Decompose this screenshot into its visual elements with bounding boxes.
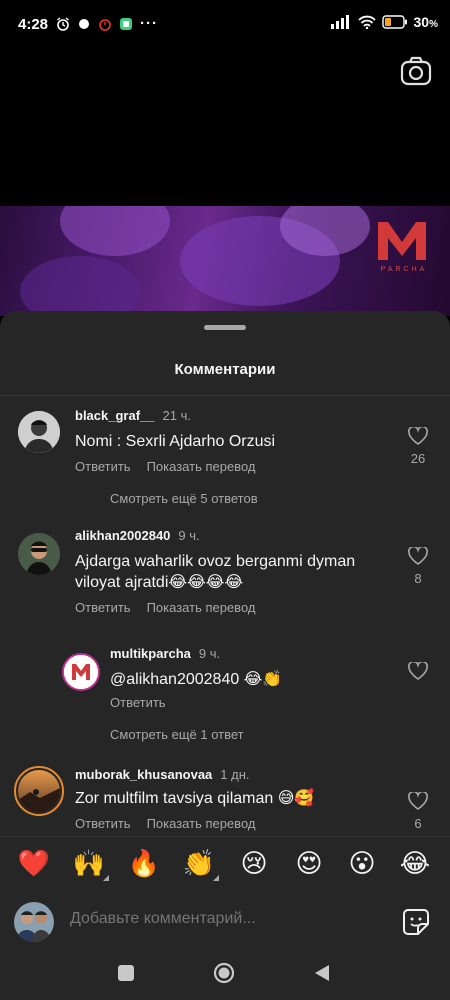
recents-icon[interactable] xyxy=(115,962,137,984)
reply-button[interactable]: Ответить xyxy=(75,816,131,831)
heart-icon[interactable] xyxy=(408,792,428,810)
heart-icon[interactable] xyxy=(408,662,428,680)
emoji-raised-hands-glyph: 🙌 xyxy=(72,848,106,878)
comment-actions: Ответить Показать перевод xyxy=(75,459,271,474)
emoji-heart-eyes-button[interactable]: 😍 xyxy=(291,847,327,879)
comment-actions: Ответить xyxy=(110,695,182,710)
emoji-crying-button[interactable]: 😢 xyxy=(236,847,272,879)
logo-caption: PARCHA xyxy=(380,266,428,273)
comment-actions: Ответить Показать перевод xyxy=(75,816,271,831)
comments-sheet: Комментарии black_graf__ 21 ч. Nomi : Sex… xyxy=(0,311,450,1000)
emoji-laughing-button[interactable]: 😂 xyxy=(397,847,433,879)
divider xyxy=(0,395,450,396)
translate-button[interactable]: Показать перевод xyxy=(147,600,256,615)
reply-button[interactable]: Ответить xyxy=(75,459,131,474)
video-feather-shape xyxy=(20,256,140,316)
quick-emoji-bar: ❤️ 🙌 🔥 👏 😢 😍 😮 😂 xyxy=(0,836,450,888)
status-time: 4:28 xyxy=(18,16,49,33)
user-photo-icon xyxy=(18,770,60,812)
comment-time: 9 ч. xyxy=(198,646,221,661)
view-more-replies[interactable]: Смотреть ещё 1 ответ xyxy=(110,727,244,742)
reply-button[interactable]: Ответить xyxy=(110,695,166,710)
user-photo-icon xyxy=(18,411,60,453)
comment-actions: Ответить Показать перевод xyxy=(75,600,271,615)
user-photo-icon xyxy=(18,533,60,575)
heart-icon[interactable] xyxy=(408,427,428,445)
emoji-clap-button[interactable]: 👏 xyxy=(181,847,219,881)
more-notifications-icon: ··· xyxy=(140,15,158,32)
comment-text: Zor multfilm tavsiya qilaman 😅🥰 xyxy=(75,790,315,807)
emoji-clap-glyph: 👏 xyxy=(182,848,216,878)
status-system-icons: 30% xyxy=(330,14,438,30)
emoji-surprised-button[interactable]: 😮 xyxy=(344,847,380,879)
dot-icon xyxy=(79,18,89,29)
battery-icon xyxy=(381,15,407,29)
comment-text: @alikhan2002840 😂👏 xyxy=(110,671,283,688)
comment-input[interactable] xyxy=(70,910,370,928)
avatar[interactable] xyxy=(14,766,64,816)
status-bar: 4:28 ··· 30% xyxy=(0,0,450,50)
comment-time: 1 дн. xyxy=(220,767,250,782)
like-count: 6 xyxy=(414,816,422,831)
sheet-drag-handle[interactable] xyxy=(204,325,246,330)
translate-button[interactable]: Показать перевод xyxy=(147,816,256,831)
status-notification-icons: ··· xyxy=(56,15,158,32)
translate-button[interactable]: Показать перевод xyxy=(147,459,256,474)
alarm-icon xyxy=(57,16,69,31)
video-feather-shape xyxy=(60,206,170,256)
wifi-icon xyxy=(357,15,376,29)
comment-username[interactable]: muborak_khusanovaa 1 дн. xyxy=(75,767,250,782)
avatar[interactable] xyxy=(62,653,100,691)
avatar[interactable] xyxy=(18,533,60,575)
emoji-fire-button[interactable]: 🔥 xyxy=(126,847,162,879)
clock-app-icon xyxy=(99,18,111,31)
back-icon[interactable] xyxy=(311,962,333,984)
home-icon[interactable] xyxy=(213,962,235,984)
comment-text: Nomi : Sexrli Ajdarho Orzusi xyxy=(75,433,276,450)
camera-icon[interactable] xyxy=(400,56,432,86)
system-nav-bar xyxy=(0,946,450,1000)
parcha-avatar-icon xyxy=(64,655,98,689)
battery-percent: 30% xyxy=(413,14,438,30)
emoji-heart-button[interactable]: ❤️ xyxy=(16,847,52,879)
comment-username[interactable]: multikparcha 9 ч. xyxy=(110,646,220,661)
user-photo-icon xyxy=(14,902,54,942)
comment-username[interactable]: black_graf__ 21 ч. xyxy=(75,408,191,423)
comment-username[interactable]: alikhan2002840 9 ч. xyxy=(75,528,200,543)
reply-button[interactable]: Ответить xyxy=(75,600,131,615)
my-avatar xyxy=(14,902,54,942)
emoji-raised-hands-button[interactable]: 🙌 xyxy=(71,847,109,881)
like-count: 8 xyxy=(414,571,422,586)
emoji-variants-indicator xyxy=(213,875,219,881)
sheet-title: Комментарии xyxy=(174,361,276,378)
app-notification-icon xyxy=(120,17,132,30)
comment-time: 9 ч. xyxy=(178,528,200,543)
sticker-icon[interactable] xyxy=(402,908,430,936)
comment-text: Ajdarga waharlik ovoz berganmi dyman vil… xyxy=(75,553,356,591)
avatar[interactable] xyxy=(18,411,60,453)
signal-icon xyxy=(330,15,349,29)
comment-time: 21 ч. xyxy=(162,408,191,423)
view-more-replies[interactable]: Смотреть ещё 5 ответов xyxy=(110,491,258,506)
heart-icon[interactable] xyxy=(408,547,428,565)
parcha-logo-icon xyxy=(378,222,426,260)
emoji-variants-indicator xyxy=(103,875,109,881)
like-count: 26 xyxy=(410,451,426,466)
